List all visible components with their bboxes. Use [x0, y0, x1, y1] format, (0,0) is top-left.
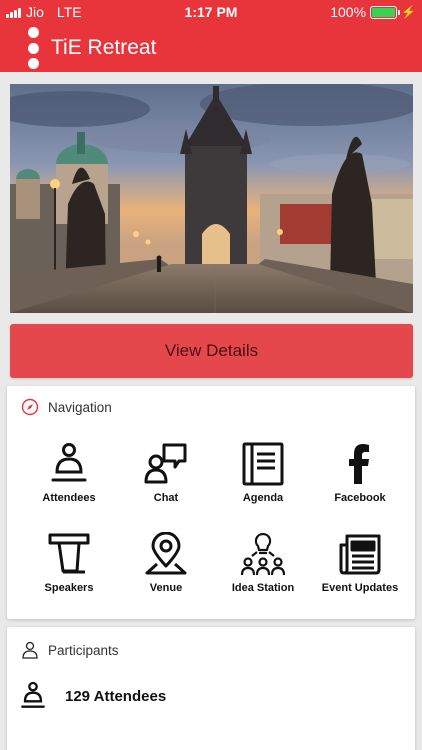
- nav-item-attendees[interactable]: Attendees: [19, 442, 119, 504]
- nav-item-label: Facebook: [334, 492, 386, 504]
- nav-item-event-updates[interactable]: Event Updates: [310, 532, 410, 594]
- nav-item-agenda[interactable]: Agenda: [213, 442, 313, 504]
- agenda-book-icon: [242, 442, 284, 486]
- person-icon: [22, 641, 38, 659]
- compass-icon: [21, 398, 39, 416]
- nav-item-label: Venue: [149, 582, 183, 594]
- battery-percent: 100%: [330, 4, 367, 20]
- nav-item-chat[interactable]: Chat: [116, 442, 216, 504]
- podium-icon: [48, 533, 90, 574]
- navigation-card: Navigation Attendees Chat Agenda Faceboo…: [7, 386, 415, 619]
- nav-item-label: Chat: [153, 492, 179, 504]
- charging-bolt-icon: ⚡: [401, 5, 416, 19]
- attendees-count: 129 Attendees: [65, 687, 167, 705]
- navigation-title: Navigation: [48, 399, 112, 415]
- navigation-header: Navigation: [21, 398, 112, 416]
- app-title: TiE Retreat: [51, 36, 157, 59]
- nav-item-label: Agenda: [242, 492, 284, 504]
- battery-icon: [370, 5, 401, 19]
- map-pin-icon: [145, 532, 187, 575]
- nav-item-venue[interactable]: Venue: [116, 532, 216, 594]
- nav-item-facebook[interactable]: Facebook: [310, 442, 410, 504]
- hero-image: [10, 84, 413, 313]
- participants-title: Participants: [48, 642, 119, 658]
- status-right: 100% ⚡: [330, 4, 416, 20]
- newspaper-icon: [339, 534, 381, 575]
- attendee-icon: [51, 443, 87, 482]
- app-bar: TiE Retreat: [0, 24, 422, 72]
- participants-header: Participants: [21, 641, 119, 659]
- attendees-row[interactable]: 129 Attendees: [19, 681, 166, 711]
- status-bar: Jio LTE 1:17 PM 100% ⚡: [0, 0, 422, 24]
- nav-item-label: Event Updates: [321, 582, 399, 594]
- attendee-icon: [21, 681, 45, 708]
- view-details-button[interactable]: View Details: [10, 324, 413, 378]
- nav-item-label: Idea Station: [231, 582, 295, 594]
- facebook-icon: [349, 444, 369, 484]
- nav-item-label: Attendees: [42, 492, 96, 504]
- nav-item-speakers[interactable]: Speakers: [19, 532, 119, 594]
- vertical-dots-icon[interactable]: [22, 27, 44, 69]
- nav-item-idea-station[interactable]: Idea Station: [213, 532, 313, 594]
- chat-icon: [144, 443, 187, 484]
- participants-card: Participants 129 Attendees: [7, 627, 415, 750]
- nav-item-label: Speakers: [44, 582, 94, 594]
- idea-group-icon: [240, 532, 286, 576]
